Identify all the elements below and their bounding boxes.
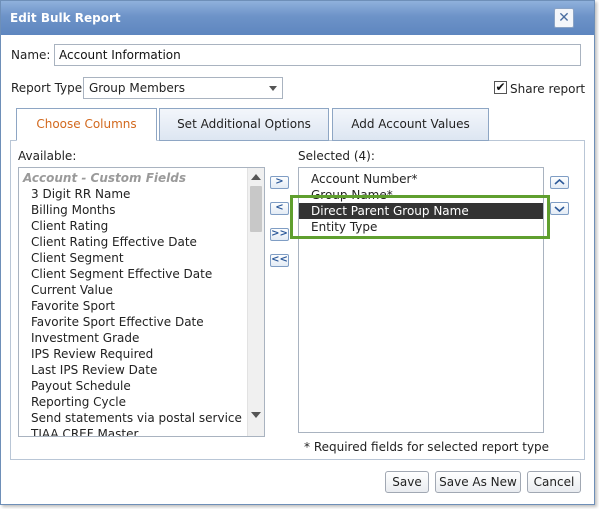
list-group-header: Account - Custom Fields [23,171,186,185]
list-item[interactable]: Billing Months [19,202,264,218]
remove-selected-button[interactable]: < [270,202,289,215]
list-item[interactable]: Investment Grade [19,330,264,346]
list-item[interactable]: Direct Parent Group Name [299,203,543,219]
required-fields-note: * Required fields for selected report ty… [304,440,550,454]
list-item[interactable]: Account Number* [299,171,543,187]
remove-all-button[interactable]: << [270,254,289,267]
add-all-button[interactable]: >> [270,228,289,241]
tab-choose-columns[interactable]: Choose Columns [16,108,157,141]
save-button[interactable]: Save [385,471,429,493]
selected-list[interactable]: Account Number* Group Name* Direct Parent … [298,167,544,433]
scroll-down-icon[interactable] [251,412,261,418]
list-item[interactable]: Client Segment [19,250,264,266]
cancel-button[interactable]: Cancel [527,471,581,493]
selected-label: Selected (4): [298,149,375,163]
list-item[interactable]: Group Name* [299,187,543,203]
chevron-down-icon [269,86,277,91]
available-scrollbar[interactable] [247,168,264,436]
save-as-new-button[interactable]: Save As New [435,471,521,493]
report-type-select[interactable]: Group Members [83,77,283,99]
list-item[interactable]: Favorite Sport Effective Date [19,314,264,330]
list-item[interactable]: Entity Type [299,219,543,235]
move-down-button[interactable] [550,202,569,215]
edit-bulk-report-dialog: Edit Bulk Report ✕ Name: Account Informa… [0,0,595,505]
list-item[interactable]: Client Rating Effective Date [19,234,264,250]
available-list[interactable]: Account - Custom Fields 3 Digit RR Name Bi… [18,167,265,437]
tab-set-additional-options[interactable]: Set Additional Options [159,108,329,141]
list-item[interactable]: Payout Schedule [19,378,264,394]
share-report-label: Share report [510,82,586,96]
list-item[interactable]: Favorite Sport [19,298,264,314]
scroll-thumb[interactable] [250,186,262,232]
list-item[interactable]: Last IPS Review Date [19,362,264,378]
dialog-title: Edit Bulk Report [10,11,121,25]
list-item[interactable]: Current Value [19,282,264,298]
list-item[interactable]: Client Segment Effective Date [19,266,264,282]
list-item[interactable]: Reporting Cycle [19,394,264,410]
scroll-up-icon[interactable] [251,174,261,180]
list-item[interactable]: Send statements via postal service [19,410,264,426]
close-icon[interactable]: ✕ [554,8,574,28]
chevron-up-icon [554,178,565,185]
move-up-button[interactable] [550,176,569,189]
available-items: Account - Custom Fields 3 Digit RR Name Bi… [19,168,264,436]
report-type-value: Group Members [89,81,185,95]
add-selected-button[interactable]: > [270,176,289,189]
name-label: Name: [11,48,51,62]
selected-items: Account Number* Group Name* Direct Parent … [299,168,543,235]
tab-add-account-values[interactable]: Add Account Values [332,108,489,141]
report-type-label: Report Type: [11,81,87,95]
list-item[interactable]: Client Rating [19,218,264,234]
available-label: Available: [18,149,77,163]
chevron-down-icon [554,206,565,213]
list-item[interactable]: 3 Digit RR Name [19,186,264,202]
list-item[interactable]: IPS Review Required [19,346,264,362]
dialog-titlebar: Edit Bulk Report ✕ [1,1,594,35]
name-input[interactable]: Account Information [54,44,581,66]
share-report-checkbox[interactable]: ✔ [494,81,507,94]
list-item[interactable]: TIAA CREF Master [19,426,264,436]
